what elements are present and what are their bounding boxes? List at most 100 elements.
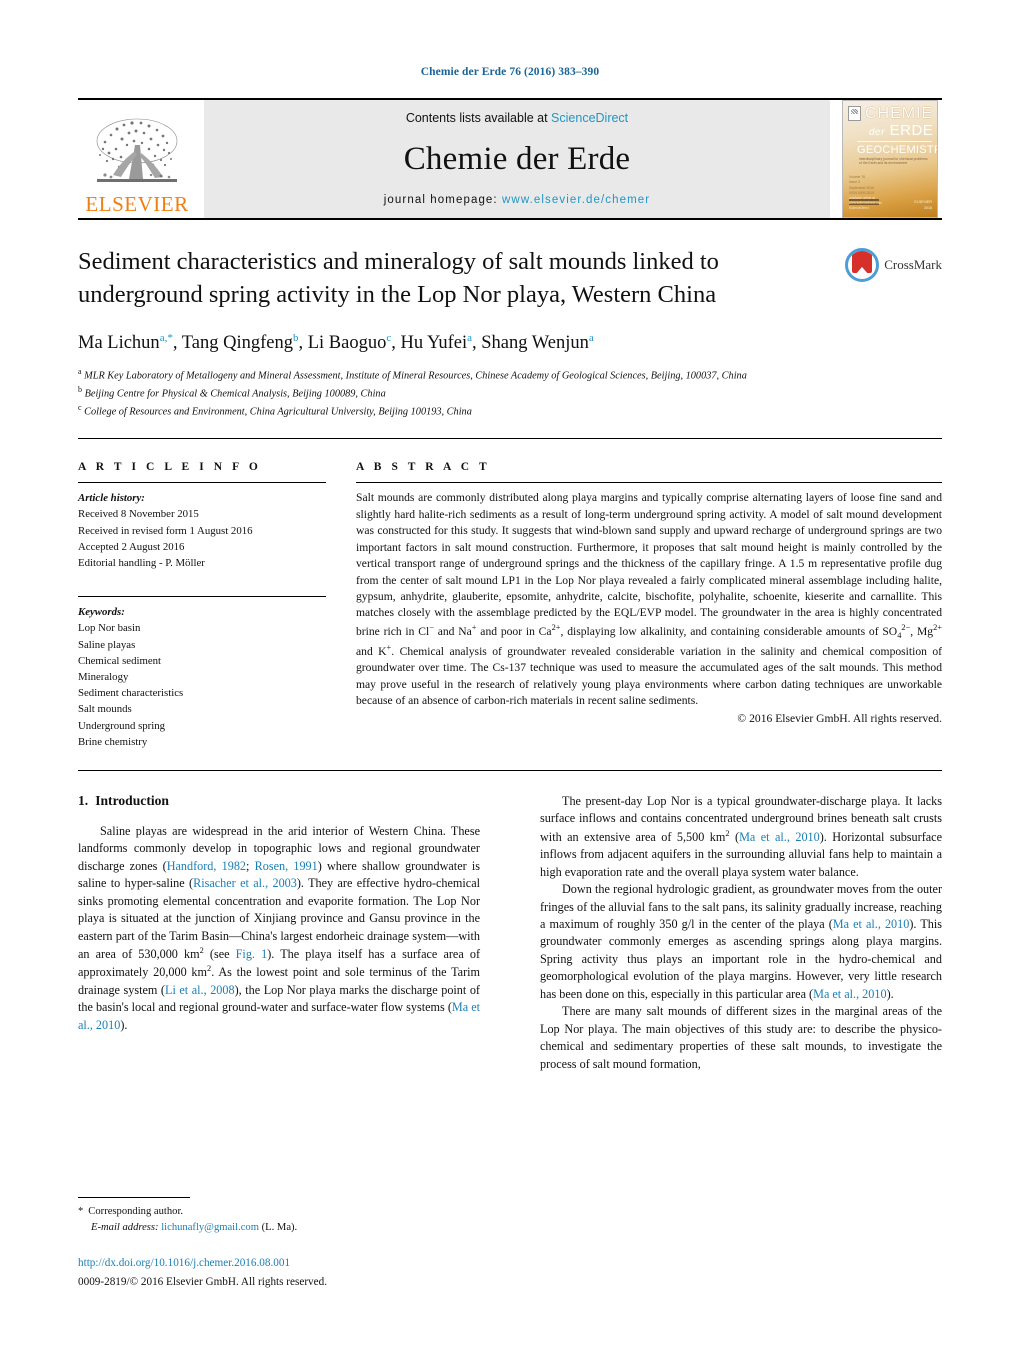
article-history-0: Received 8 November 2015 — [78, 508, 199, 521]
divider-after-abstract — [78, 769, 942, 771]
crossmark-badge[interactable]: CrossMark — [845, 248, 942, 282]
cover-elsevier-icon — [848, 106, 861, 121]
author-4-marks[interactable]: a — [589, 332, 594, 344]
email-note: E-mail address: lichunafly@gmail.com (L.… — [78, 1220, 480, 1236]
author-4-name: Shang Wenjun — [481, 333, 589, 354]
journal-masthead: ELSEVIER Contents lists available at Sci… — [78, 98, 942, 218]
cover-line-1: CHEMIE — [865, 105, 934, 122]
paragraph-left-0: Saline playas are widespread in the arid… — [78, 823, 481, 1032]
email-label: E-mail address: — [91, 1221, 159, 1233]
cover-divider — [857, 141, 932, 142]
author-3-marks[interactable]: a — [467, 332, 472, 344]
keyword-4: Sediment characteristics — [78, 687, 184, 700]
section-title: Introduction — [95, 792, 169, 808]
author-3-name: Hu Yufei — [400, 333, 468, 354]
elsevier-logo: ELSEVIER — [78, 100, 196, 218]
citation-link[interactable]: Li et al., 2008 — [165, 983, 235, 997]
keyword-6: Underground spring — [78, 719, 166, 732]
sciencedirect-link[interactable]: ScienceDirect — [551, 111, 628, 125]
author-3: Hu Yufeia — [400, 332, 472, 354]
paragraph-right-2: There are many salt mounds of different … — [540, 1004, 942, 1071]
keyword-2: Chemical sediment — [78, 654, 162, 667]
article-history-label: Article history: — [78, 492, 145, 505]
journal-cover-image: CHEMIE der ERDE GEOCHEMISTRY interdiscip… — [842, 100, 938, 218]
author-2-marks[interactable]: c — [386, 332, 391, 344]
citation-link[interactable]: Ma et al., 2010 — [833, 917, 910, 931]
affiliation-0-text: MLR Key Laboratory of Metallogeny and Mi… — [84, 370, 747, 382]
email-suffix: (L. Ma). — [261, 1221, 298, 1233]
article-info-heading: A R T I C L E I N F O — [78, 461, 262, 474]
article-info-rule — [78, 482, 326, 484]
affiliation-1-mark: b — [78, 385, 82, 395]
body-column-gap — [480, 793, 540, 1073]
corresponding-author-note: * Corresponding author. — [78, 1204, 480, 1220]
keywords-label: Keywords: — [78, 606, 125, 619]
body-columns: 1. Introduction Saline playas are widespr… — [78, 793, 942, 1073]
citation-link[interactable]: Handford, 1982 — [167, 859, 246, 873]
info-abstract-row: A R T I C L E I N F O Article history: R… — [78, 461, 942, 750]
citation-link[interactable]: Ma et al., 2010 — [739, 830, 820, 844]
running-head: Chemie der Erde 76 (2016) 383–390 — [420, 66, 600, 78]
journal-homepage-link[interactable]: www.elsevier.de/chemer — [502, 194, 650, 206]
article-history-1: Received in revised form 1 August 2016 — [78, 524, 253, 537]
affiliation-1: b Beijing Centre for Physical & Chemical… — [78, 384, 838, 402]
keyword-7: Brine chemistry — [78, 735, 148, 748]
journal-homepage-line: journal homepage: www.elsevier.de/chemer — [384, 194, 650, 206]
page-title: Sediment characteristics and mineralogy … — [78, 248, 719, 308]
cover-line-4: interdisciplinary journal for chemical p… — [859, 157, 928, 166]
section-number: 1. — [78, 792, 89, 808]
contents-list-line: Contents lists available at ScienceDirec… — [406, 111, 628, 125]
journal-cover-thumbnail: CHEMIE der ERDE GEOCHEMISTRY interdiscip… — [838, 100, 942, 218]
citation-link[interactable]: Ma et al., 2010 — [813, 987, 886, 1001]
article-info-spacer — [78, 571, 326, 587]
section-heading-introduction: 1. Introduction — [78, 793, 480, 809]
corresponding-text: Corresponding author. — [88, 1205, 184, 1217]
keyword-1: Saline playas — [78, 638, 136, 651]
cover-publisher-block: ELSEVIER 2016 — [914, 200, 932, 210]
cover-line-2-main: ERDE — [889, 122, 934, 139]
author-2: Li Baoguoc — [308, 332, 392, 353]
author-1-marks[interactable]: b — [293, 332, 299, 344]
author-0: Ma Lichuna,* — [78, 332, 173, 354]
masthead-bottom-rule — [78, 218, 942, 220]
affiliation-0: a MLR Key Laboratory of Metallogeny and … — [78, 366, 838, 384]
article-page: Chemie der Erde 76 (2016) 383–390 ELSEVI… — [0, 0, 1020, 1351]
citation-link[interactable]: Risacher et al., 2003 — [193, 876, 297, 890]
author-list: Ma Lichuna,*, Tang Qingfengb, Li Baoguoc… — [78, 332, 594, 354]
cover-line-2-small: der — [869, 127, 885, 138]
cover-availability-block: Available online at www.sciencedirect.com… — [849, 195, 883, 210]
journal-banner: Contents lists available at ScienceDirec… — [204, 100, 830, 218]
homepage-prefix: journal homepage: — [383, 194, 503, 206]
body-column-left: 1. Introduction Saline playas are widespr… — [78, 793, 480, 1073]
doi-link[interactable]: http://dx.doi.org/10.1016/j.chemer.2016.… — [78, 1255, 480, 1272]
cover-line-2: der ERDE — [869, 122, 933, 139]
issn-copyright-line: 0009-2819/© 2016 Elsevier GmbH. All righ… — [78, 1276, 327, 1289]
cover-line-3: GEOCHEMISTRY — [857, 144, 937, 156]
paragraph-right-1: Down the regional hydrologic gradient, a… — [540, 882, 942, 1001]
author-0-corresponding-mark[interactable]: ,* — [165, 332, 173, 344]
figure-link[interactable]: Fig. 1 — [236, 947, 268, 961]
corresponding-mark: * — [78, 1205, 84, 1217]
divider-after-affiliations — [78, 438, 942, 440]
article-history-2: Accepted 2 August 2016 — [78, 540, 185, 553]
paragraph-right-0: The present-day Lop Nor is a typical gro… — [540, 793, 942, 879]
abstract-rule — [356, 482, 942, 484]
keyword-5: Salt mounds — [78, 703, 132, 716]
title-area: Sediment characteristics and mineralogy … — [78, 246, 942, 318]
author-1: Tang Qingfengb — [181, 332, 299, 354]
article-history-3: Editorial handling - P. Möller — [78, 557, 205, 569]
author-1-name: Tang Qingfeng — [181, 333, 293, 354]
citation-link[interactable]: Rosen, 1991 — [255, 859, 318, 873]
author-0-name: Ma Lichun — [78, 333, 160, 354]
email-link[interactable]: lichunafly@gmail.com — [161, 1222, 259, 1233]
journal-title: Chemie der Erde — [403, 141, 631, 177]
elsevier-wordmark: ELSEVIER — [85, 192, 189, 216]
article-info-column: A R T I C L E I N F O Article history: R… — [78, 461, 326, 750]
footnote-rule — [78, 1196, 190, 1198]
crossmark-label: CrossMark — [884, 257, 942, 272]
column-gap — [326, 461, 356, 750]
citation-link[interactable]: Ma et al., 2010 — [78, 1000, 480, 1031]
elsevier-tree-icon — [91, 115, 183, 193]
abstract-text: Salt mounds are commonly distributed alo… — [356, 491, 943, 708]
body-column-right: The present-day Lop Nor is a typical gro… — [540, 793, 942, 1073]
